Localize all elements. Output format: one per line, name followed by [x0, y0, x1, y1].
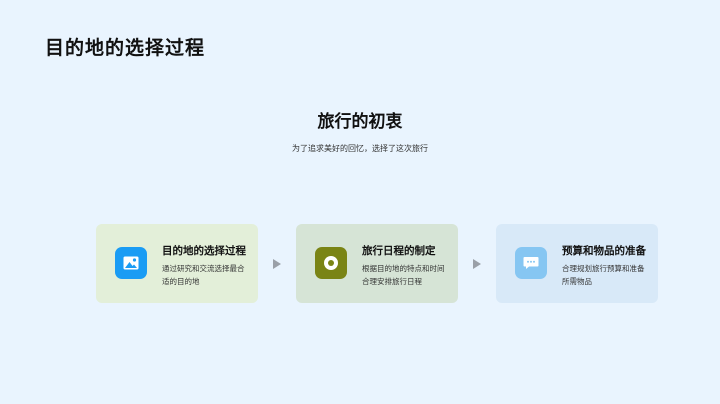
- record-icon: [315, 247, 347, 279]
- step-card-description: 通过研究和交流选择最合适的目的地: [162, 264, 245, 286]
- step-card-description: 合理规划旅行预算和准备所需物品: [562, 264, 645, 286]
- step-card-destination: 目的地的选择过程 通过研究和交流选择最合适的目的地: [96, 224, 258, 303]
- image-icon: [115, 247, 147, 279]
- step-card-description: 根据目的地的特点和时间合理安排旅行日程: [362, 264, 445, 286]
- step-card-itinerary: 旅行日程的制定 根据目的地的特点和时间合理安排旅行日程: [296, 224, 458, 303]
- step-card-title: 预算和物品的准备: [562, 245, 646, 257]
- slide-title: 目的地的选择过程: [45, 37, 206, 59]
- step-card-title: 旅行日程的制定: [362, 245, 436, 257]
- section-heading: 旅行的初衷: [317, 112, 403, 132]
- section-subheading: 为了追求美好的回忆，选择了这次旅行: [292, 144, 428, 153]
- arrow-right-icon: [273, 259, 281, 269]
- step-card-budget: 预算和物品的准备 合理规划旅行预算和准备所需物品: [496, 224, 658, 303]
- step-card-title: 目的地的选择过程: [162, 245, 246, 257]
- chat-icon: [515, 247, 547, 279]
- slide: 目的地的选择过程 旅行的初衷 为了追求美好的回忆，选择了这次旅行 目的地的选择过…: [0, 0, 720, 404]
- arrow-right-icon: [473, 259, 481, 269]
